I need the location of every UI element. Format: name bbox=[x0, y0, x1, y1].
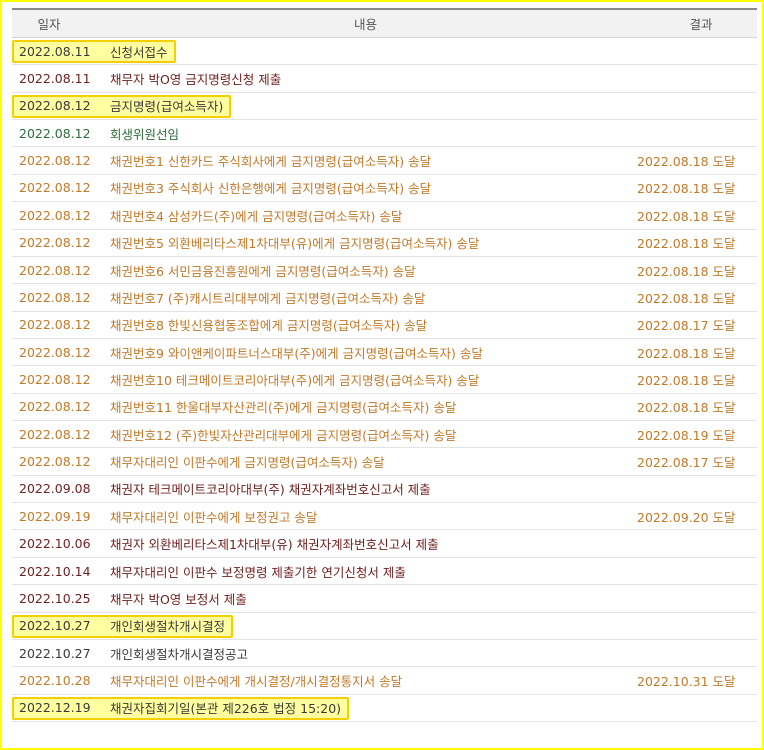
row-content: 채권번호10 테크메이트코리아대부(주)에게 금지명령(급여소득자) 송달 bbox=[110, 372, 480, 388]
row-content: 채무자대리인 이판수에게 개시결정/개시결정통지서 송달 bbox=[110, 673, 403, 689]
row-date: 2022.08.12 bbox=[19, 344, 91, 360]
table-row: 2022.08.12 채권번호3 주식회사 신한은행에게 금지명령(급여소득자) … bbox=[12, 175, 757, 203]
row-result: 2022.08.18 도달 bbox=[637, 208, 736, 224]
row-result: 2022.08.18 도달 bbox=[637, 372, 736, 388]
row-content: 채권번호3 주식회사 신한은행에게 금지명령(급여소득자) 송달 bbox=[110, 181, 432, 197]
row-content: 채권번호9 와이앤케이파트너스대부(주)에게 금지명령(급여소득자) 송달 bbox=[110, 345, 483, 361]
table-row: 2022.08.12 채권번호8 한빛신용협동조합에게 금지명령(급여소득자) 송… bbox=[12, 312, 757, 339]
table-row: 2022.08.12 채권번호11 한울대부자산관리(주)에게 금지명령(급여소득… bbox=[12, 394, 757, 422]
row-result: 2022.09.20 도달 bbox=[637, 509, 736, 525]
row-date: 2022.08.11 bbox=[19, 71, 91, 87]
row-date: 2022.08.12 bbox=[19, 98, 91, 114]
table-row: 2022.10.28 채무자대리인 이판수에게 개시결정/개시결정통지서 송달 20… bbox=[12, 667, 757, 695]
row-date: 2022.08.12 bbox=[19, 371, 91, 387]
row-result: 2022.10.31 도달 bbox=[637, 673, 736, 689]
row-result: 2022.08.18 도달 bbox=[637, 236, 736, 252]
header-content: 내용 bbox=[353, 17, 377, 32]
row-result: 2022.08.17 도달 bbox=[637, 318, 736, 334]
table-row: 2022.08.11 채무자 박O영 금지명령신청 제출 bbox=[12, 65, 757, 93]
table-row: 2022.10.06 채권자 외환베리타스제1차대부(유) 채권자계좌번호신고서 … bbox=[12, 530, 757, 558]
row-date: 2022.10.27 bbox=[19, 645, 91, 661]
row-content: 채권번호12 (주)한빛자산관리대부에게 금지명령(급여소득자) 송달 bbox=[110, 427, 457, 443]
table-row: 2022.08.12 금지명령(급여소득자) bbox=[12, 93, 757, 121]
row-content: 채무자대리인 이판수에게 금지명령(급여소득자) 송달 bbox=[110, 455, 385, 471]
row-content: 금지명령(급여소득자) bbox=[110, 99, 224, 115]
row-date: 2022.08.12 bbox=[19, 180, 91, 196]
row-content: 채권번호1 신한카드 주식회사에게 금지명령(급여소득자) 송달 bbox=[110, 154, 432, 170]
header-date: 일자 bbox=[37, 17, 61, 32]
table-row: 2022.08.11 신청서접수 bbox=[12, 38, 757, 66]
table-row: 2022.09.19 채무자대리인 이판수에게 보정권고 송달 2022.09.20… bbox=[12, 503, 757, 531]
table-row: 2022.08.12 채권번호1 신한카드 주식회사에게 금지명령(급여소득자) … bbox=[12, 147, 757, 175]
table-row: 2022.08.12 채권번호12 (주)한빛자산관리대부에게 금지명령(급여소득… bbox=[12, 421, 757, 449]
row-content: 신청서접수 bbox=[110, 44, 168, 60]
row-result: 2022.08.18 도달 bbox=[637, 400, 736, 416]
table-row: 2022.08.12 채권번호9 와이앤케이파트너스대부(주)에게 금지명령(급여… bbox=[12, 339, 757, 367]
header-result: 결과 bbox=[689, 17, 713, 32]
row-result: 2022.08.18 도달 bbox=[637, 263, 736, 279]
row-date: 2022.08.11 bbox=[19, 43, 91, 59]
row-date: 2022.10.14 bbox=[19, 563, 91, 579]
row-result: 2022.08.17 도달 bbox=[637, 455, 736, 471]
row-date: 2022.09.08 bbox=[19, 481, 91, 497]
row-content: 채권번호5 외환베리타스제1차대부(유)에게 금지명령(급여소득자) 송달 bbox=[110, 236, 480, 252]
table-row: 2022.08.12 채무자대리인 이판수에게 금지명령(급여소득자) 송달 202… bbox=[12, 448, 757, 476]
row-content: 채권자 테크메이트코리아대부(주) 채권자계좌번호신고서 제출 bbox=[110, 482, 431, 498]
row-content: 채무자 박O영 금지명령신청 제출 bbox=[110, 72, 282, 88]
table-body: 2022.08.11 신청서접수 2022.08.11 채무자 박O영 금지명령신청 … bbox=[12, 38, 757, 722]
row-date: 2022.08.12 bbox=[19, 454, 91, 470]
table-row: 2022.10.14 채무자대리인 이판수 보정명령 제출기한 연기신청서 제출 bbox=[12, 558, 757, 586]
row-content: 회생위원선임 bbox=[110, 126, 180, 142]
screenshot-frame: 일자 내용 결과 2022.08.11 신청서접수 2022.08.11 채무자 박O… bbox=[0, 0, 764, 750]
table-row: 2022.09.08 채권자 테크메이트코리아대부(주) 채권자계좌번호신고서 제… bbox=[12, 476, 757, 504]
table-row: 2022.08.12 채권번호7 (주)캐시트리대부에게 금지명령(급여소득자) … bbox=[12, 284, 757, 312]
row-content: 채권번호6 서민금융진흥원에게 금지명령(급여소득자) 송달 bbox=[110, 263, 416, 279]
row-date: 2022.08.12 bbox=[19, 399, 91, 415]
table-row: 2022.10.27 개인회생절차개시결정공고 bbox=[12, 640, 757, 668]
row-result: 2022.08.18 도달 bbox=[637, 290, 736, 306]
row-result: 2022.08.18 도달 bbox=[637, 154, 736, 170]
row-date: 2022.10.06 bbox=[19, 536, 91, 552]
table-row: 2022.08.12 회생위원선임 bbox=[12, 120, 757, 148]
row-date: 2022.08.12 bbox=[19, 426, 91, 442]
row-content: 채권자집회기일(본관 제226호 법정 15:20) bbox=[110, 701, 342, 717]
row-content: 개인회생절차개시결정공고 bbox=[110, 646, 249, 662]
row-result: 2022.08.18 도달 bbox=[637, 181, 736, 197]
row-content: 채권번호8 한빛신용협동조합에게 금지명령(급여소득자) 송달 bbox=[110, 318, 428, 334]
row-content: 채권자 외환베리타스제1차대부(유) 채권자계좌번호신고서 제출 bbox=[110, 537, 439, 553]
table-row: 2022.08.12 채권번호5 외환베리타스제1차대부(유)에게 금지명령(급여… bbox=[12, 230, 757, 257]
case-progress-table: 일자 내용 결과 2022.08.11 신청서접수 2022.08.11 채무자 박O… bbox=[12, 8, 757, 722]
table-row: 2022.12.19 채권자집회기일(본관 제226호 법정 15:20) bbox=[12, 695, 757, 722]
table-row: 2022.10.25 채무자 박O영 보정서 제출 bbox=[12, 585, 757, 613]
row-content: 채권번호7 (주)캐시트리대부에게 금지명령(급여소득자) 송달 bbox=[110, 290, 426, 306]
row-date: 2022.08.12 bbox=[19, 262, 91, 278]
row-date: 2022.08.12 bbox=[19, 153, 91, 169]
row-date: 2022.08.12 bbox=[19, 125, 91, 141]
row-result: 2022.08.18 도달 bbox=[637, 345, 736, 361]
row-content: 채권번호11 한울대부자산관리(주)에게 금지명령(급여소득자) 송달 bbox=[110, 400, 457, 416]
row-date: 2022.08.12 bbox=[19, 235, 91, 251]
row-date: 2022.09.19 bbox=[19, 508, 91, 524]
row-date: 2022.12.19 bbox=[19, 700, 91, 716]
row-content: 채무자대리인 이판수 보정명령 제출기한 연기신청서 제출 bbox=[110, 564, 406, 580]
row-content: 개인회생절차개시결정 bbox=[110, 619, 226, 635]
row-result: 2022.08.19 도달 bbox=[637, 427, 736, 443]
table-row: 2022.08.12 채권번호4 삼성카드(주)에게 금지명령(급여소득자) 송달… bbox=[12, 202, 757, 230]
table-row: 2022.08.12 채권번호6 서민금융진흥원에게 금지명령(급여소득자) 송달… bbox=[12, 257, 757, 285]
row-content: 채무자대리인 이판수에게 보정권고 송달 bbox=[110, 509, 318, 525]
row-date: 2022.10.28 bbox=[19, 672, 91, 688]
row-date: 2022.08.12 bbox=[19, 317, 91, 333]
row-date: 2022.10.27 bbox=[19, 618, 91, 634]
table-row: 2022.10.27 개인회생절차개시결정 bbox=[12, 613, 757, 640]
row-date: 2022.08.12 bbox=[19, 207, 91, 223]
row-date: 2022.08.12 bbox=[19, 289, 91, 305]
table-row: 2022.08.12 채권번호10 테크메이트코리아대부(주)에게 금지명령(급여… bbox=[12, 366, 757, 394]
row-content: 채권번호4 삼성카드(주)에게 금지명령(급여소득자) 송달 bbox=[110, 208, 403, 224]
table-header: 일자 내용 결과 bbox=[12, 8, 757, 38]
row-content: 채무자 박O영 보정서 제출 bbox=[110, 591, 247, 607]
row-date: 2022.10.25 bbox=[19, 590, 91, 606]
